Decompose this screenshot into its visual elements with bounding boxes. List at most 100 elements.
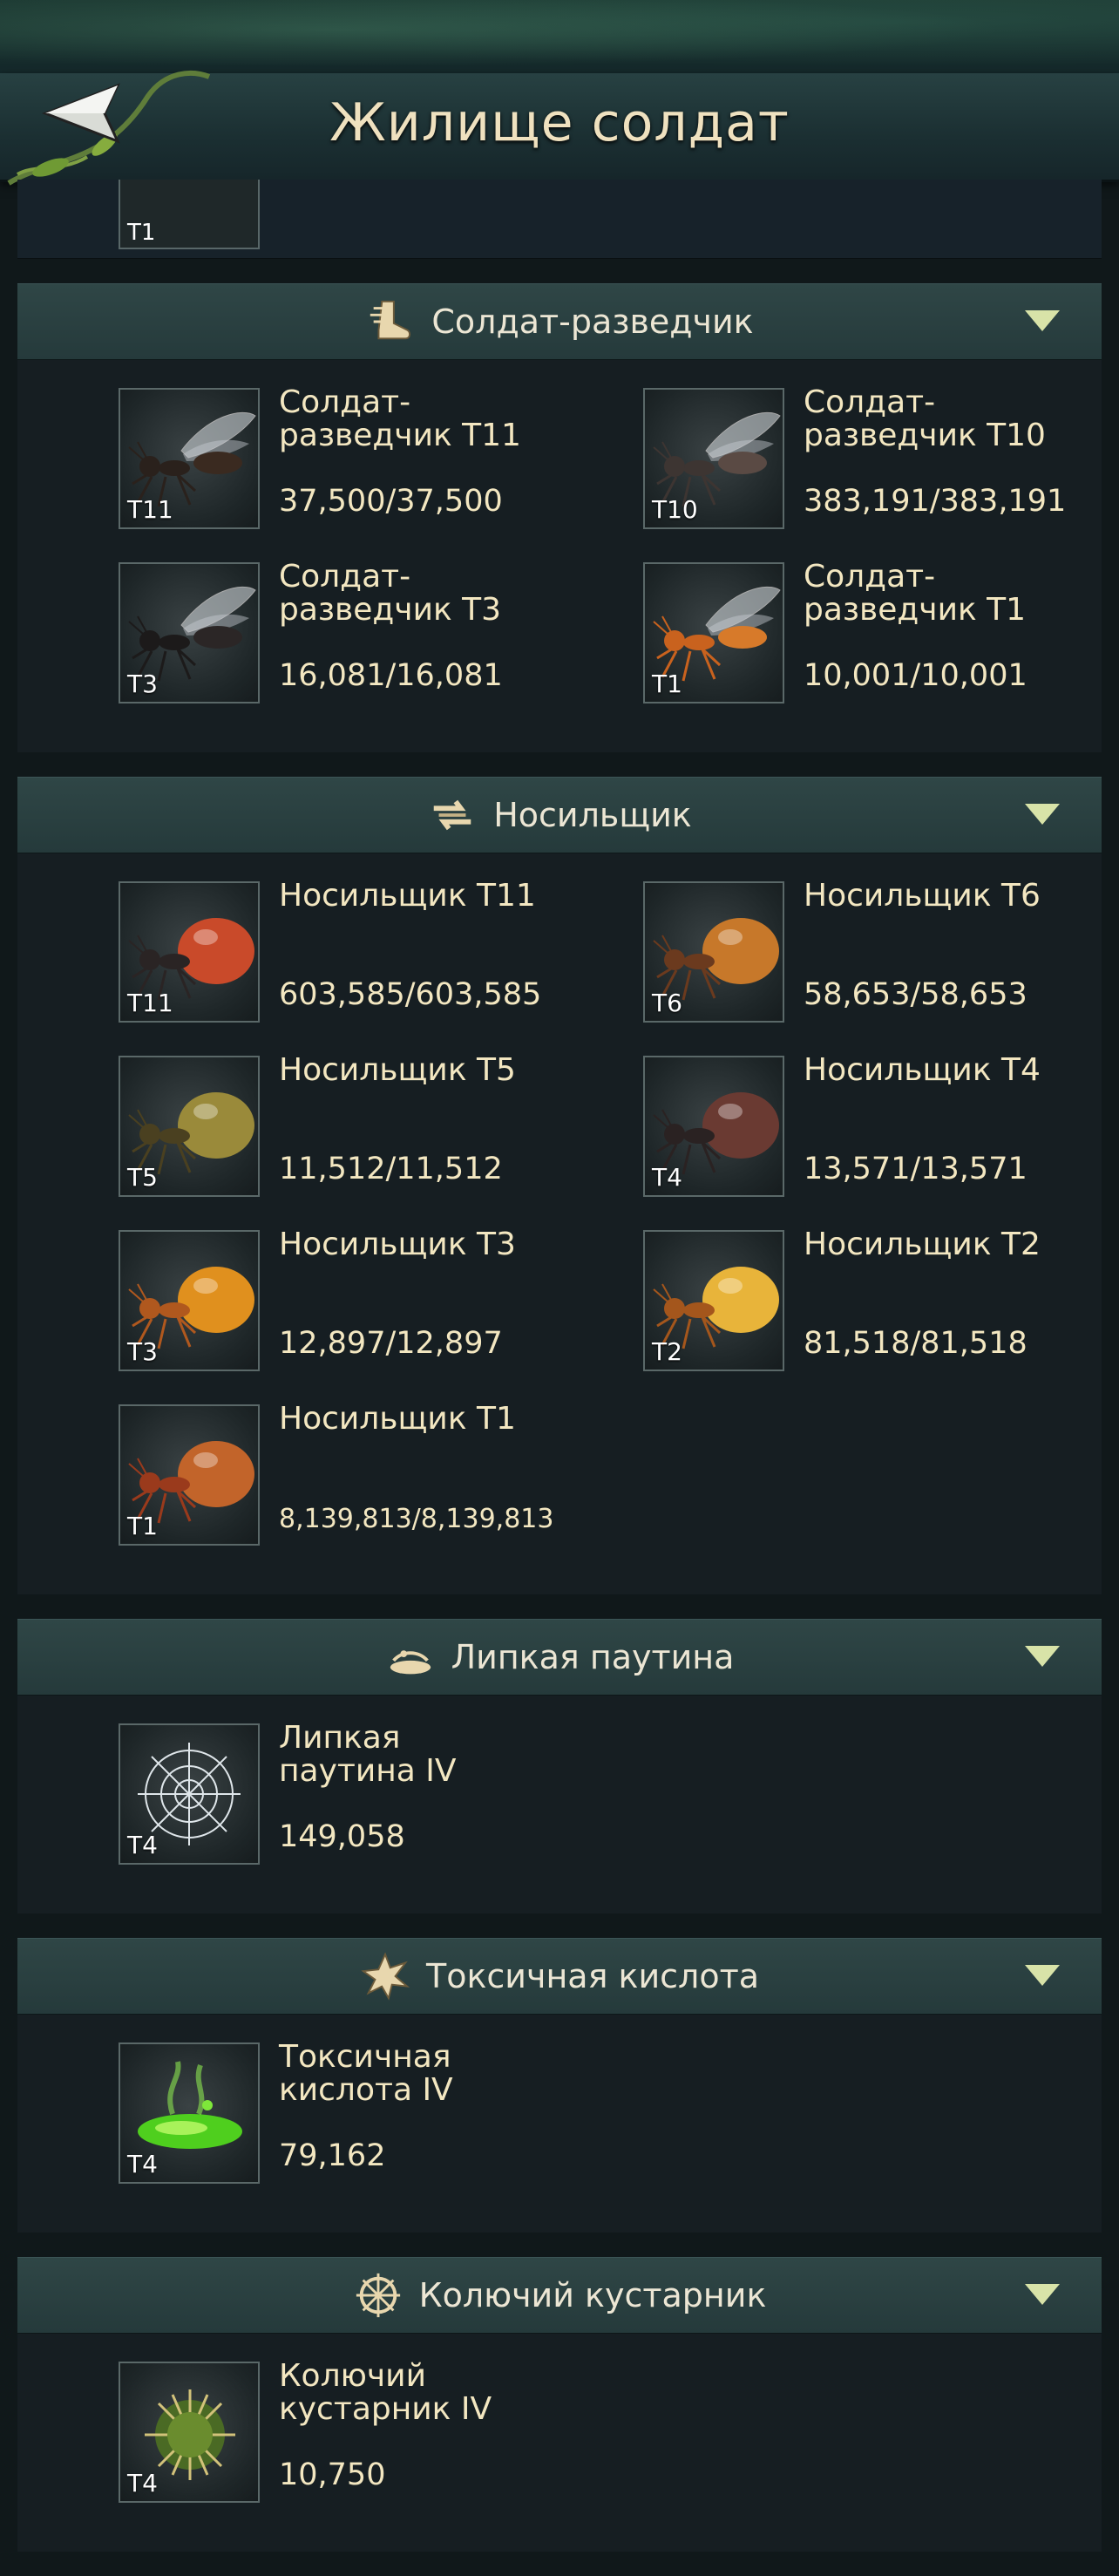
unit-thumbnail[interactable]: T11: [119, 881, 260, 1023]
unit-thumbnail[interactable]: T6: [643, 881, 784, 1023]
back-button[interactable]: [0, 61, 218, 192]
unit-name: Носильщик T4: [804, 1052, 1041, 1088]
unit-item[interactable]: T10 Солдат-разведчик T10 383,191/383,191: [542, 384, 1067, 562]
unit-name: Солдат-разведчик T3: [279, 559, 502, 628]
unit-name: Носильщик T5: [279, 1052, 516, 1088]
tier-badge: T1: [652, 669, 682, 698]
tier-badge: T10: [652, 495, 698, 524]
unit-thumbnail[interactable]: T4: [119, 1723, 260, 1865]
unit-item[interactable]: T2 Носильщик T2 81,518/81,518: [542, 1228, 1067, 1404]
unit-count: 8,139,813/8,139,813: [279, 1504, 554, 1534]
unit-thumbnail[interactable]: T3: [119, 562, 260, 703]
tier-badge: T11: [127, 495, 173, 524]
section-0: Солдат-разведчик T11 Солдат-разведчик T1…: [17, 283, 1102, 752]
unit-count: 79,162: [279, 2138, 386, 2173]
splat-icon: [360, 1951, 410, 2002]
section-4: Колючий кустарник T4 Колючий кустарник I…: [17, 2257, 1102, 2552]
unit-count: 149,058: [279, 1819, 405, 1854]
unit-thumbnail[interactable]: T4: [119, 2362, 260, 2503]
section-title-group: Токсичная кислота: [17, 1939, 1102, 2014]
unit-count: 603,585/603,585: [279, 977, 542, 1012]
unit-item[interactable]: T3 Носильщик T3 12,897/12,897: [17, 1227, 542, 1404]
unit-item[interactable]: T4 Колючий кустарник IV 10,750: [17, 2360, 542, 2536]
collapse-toggle-icon[interactable]: [1025, 804, 1060, 825]
section-title-group: Липкая паутина: [17, 1620, 1102, 1695]
back-arrow-icon: [7, 70, 211, 186]
unit-item[interactable]: T1 Солдат-разведчик T1 10,001/10,001: [542, 559, 1067, 737]
tier-badge: T4: [652, 1163, 682, 1192]
unit-thumbnail[interactable]: T4: [119, 2042, 260, 2184]
tier-badge: T5: [127, 1163, 158, 1192]
section-body: T11 Солдат-разведчик T11 37,500/37,500 T…: [17, 360, 1102, 752]
section-title: Солдат-разведчик: [431, 302, 754, 341]
section-title: Колючий кустарник: [418, 2276, 767, 2314]
section-body: T4 Колючий кустарник IV 10,750: [17, 2334, 1102, 2552]
unit-item[interactable]: T1 Носильщик T1 8,139,813/8,139,813: [17, 1401, 553, 1579]
arrows-icon: [427, 790, 478, 840]
section-3: Токсичная кислота T4 Токсичная кислота I…: [17, 1938, 1102, 2233]
unit-item[interactable]: T4 Липкая паутина IV 149,058: [17, 1722, 542, 1898]
unit-name: Солдат-разведчик T1: [804, 559, 1027, 628]
tier-badge: T6: [652, 989, 682, 1017]
section-title-group: Колючий кустарник: [17, 2258, 1102, 2333]
unit-count: 58,653/58,653: [804, 977, 1027, 1012]
section-title: Липкая паутина: [451, 1638, 735, 1676]
unit-count: 37,500/37,500: [279, 484, 503, 519]
section-header[interactable]: Липкая паутина: [17, 1619, 1102, 1696]
partial-card: T1: [17, 180, 1102, 259]
unit-thumbnail[interactable]: T1: [643, 562, 784, 703]
collapse-toggle-icon[interactable]: [1025, 310, 1060, 331]
collapse-toggle-icon[interactable]: [1025, 1646, 1060, 1667]
tier-badge: T3: [127, 1337, 158, 1366]
thorn-icon: [353, 2270, 404, 2321]
unit-count: 81,518/81,518: [804, 1326, 1027, 1361]
unit-item[interactable]: T11 Солдат-разведчик T11 37,500/37,500: [17, 384, 542, 562]
tier-badge: T11: [127, 989, 173, 1017]
unit-thumbnail[interactable]: T11: [119, 388, 260, 529]
unit-item[interactable]: T3 Солдат-разведчик T3 16,081/16,081: [17, 559, 542, 737]
unit-thumbnail[interactable]: T3: [119, 1230, 260, 1371]
section-body: T4 Липкая паутина IV 149,058: [17, 1696, 1102, 1913]
section-title-group: Солдат-разведчик: [17, 284, 1102, 359]
unit-thumbnail[interactable]: T1: [119, 1404, 260, 1546]
web-pile-icon: [385, 1632, 436, 1682]
unit-item[interactable]: T11 Носильщик T11 603,585/603,585: [17, 880, 542, 1056]
unit-name: Солдат-разведчик T10: [804, 384, 1046, 453]
unit-item[interactable]: T6 Носильщик T6 58,653/58,653: [542, 878, 1067, 1056]
unit-count: 12,897/12,897: [279, 1326, 503, 1361]
section-header[interactable]: Колючий кустарник: [17, 2257, 1102, 2334]
unit-item[interactable]: T5 Носильщик T5 11,512/11,512: [17, 1052, 542, 1230]
unit-name: Токсичная кислота IV: [279, 2039, 453, 2108]
content-list: T1 Солдат-разведчик T11 Солдат-разведчик…: [17, 180, 1102, 2576]
unit-item[interactable]: T4 Носильщик T4 13,571/13,571: [542, 1052, 1067, 1230]
unit-name: Носильщик T3: [279, 1227, 516, 1262]
section-header[interactable]: Токсичная кислота: [17, 1938, 1102, 2015]
unit-count: 10,750: [279, 2457, 386, 2492]
section-title: Токсичная кислота: [425, 1957, 760, 1995]
unit-item[interactable]: T4 Токсичная кислота IV 79,162: [17, 2039, 542, 2217]
section-header[interactable]: Солдат-разведчик: [17, 283, 1102, 360]
collapse-toggle-icon[interactable]: [1025, 1965, 1060, 1986]
tier-badge: T2: [652, 1337, 682, 1366]
section-header[interactable]: Носильщик: [17, 777, 1102, 853]
tier-badge: T4: [127, 2150, 158, 2178]
section-1: Носильщик T11 Носильщик T11 603,585/603,…: [17, 777, 1102, 1594]
collapse-toggle-icon[interactable]: [1025, 2284, 1060, 2305]
tier-badge: T3: [127, 669, 158, 698]
section-body: T4 Токсичная кислота IV 79,162: [17, 2015, 1102, 2233]
item-thumbnail[interactable]: T1: [119, 180, 260, 249]
tier-badge: T1: [127, 1512, 158, 1540]
unit-thumbnail[interactable]: T10: [643, 388, 784, 529]
unit-name: Солдат-разведчик T11: [279, 384, 521, 453]
unit-count: 13,571/13,571: [804, 1152, 1027, 1186]
unit-thumbnail[interactable]: T4: [643, 1056, 784, 1197]
unit-thumbnail[interactable]: T2: [643, 1230, 784, 1371]
unit-name: Носильщик T1: [279, 1401, 516, 1437]
section-body: T11 Носильщик T11 603,585/603,585 T6 Нос…: [17, 853, 1102, 1594]
tier-badge: T4: [127, 1831, 158, 1859]
unit-count: 10,001/10,001: [804, 658, 1027, 693]
section-title: Носильщик: [493, 796, 692, 834]
unit-thumbnail[interactable]: T5: [119, 1056, 260, 1197]
unit-count: 11,512/11,512: [279, 1152, 503, 1186]
unit-name: Носильщик T6: [804, 878, 1041, 914]
